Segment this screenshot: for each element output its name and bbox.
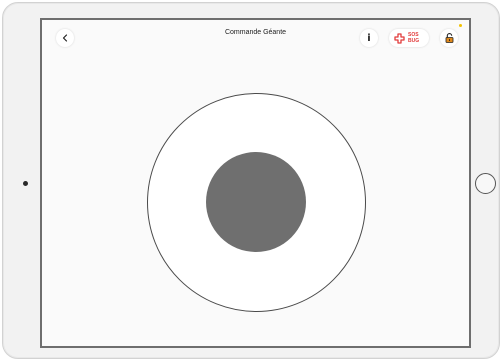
home-button[interactable] xyxy=(475,173,496,194)
sos-bug-label: SOS BUG xyxy=(408,32,419,44)
info-button[interactable]: i xyxy=(360,29,378,47)
info-label: i xyxy=(367,32,371,44)
bug-label: BUG xyxy=(408,38,420,44)
front-camera xyxy=(23,181,28,186)
sos-bug-button[interactable]: SOS BUG xyxy=(389,29,429,47)
tablet-frame: Commande Géante i SOS BUG xyxy=(2,2,500,359)
app-screen: Commande Géante i SOS BUG xyxy=(40,18,471,348)
joystick-knob[interactable] xyxy=(206,152,306,252)
medical-cross-icon xyxy=(394,32,405,44)
notification-dot xyxy=(459,24,462,27)
unlocked-padlock-icon xyxy=(445,33,453,43)
lock-button[interactable] xyxy=(440,29,458,47)
